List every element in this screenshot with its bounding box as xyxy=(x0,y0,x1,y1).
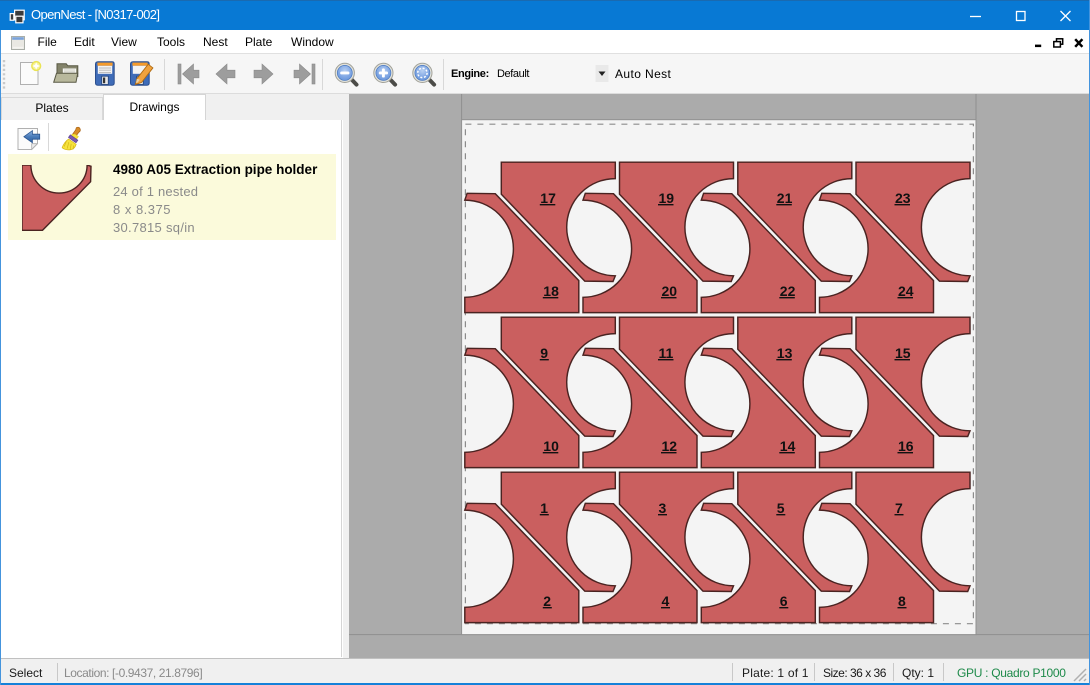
svg-text:5: 5 xyxy=(777,500,785,516)
svg-text:17: 17 xyxy=(540,190,556,206)
svg-text:22: 22 xyxy=(780,283,796,299)
svg-text:20: 20 xyxy=(662,283,678,299)
svg-text:4: 4 xyxy=(662,593,670,609)
svg-text:9: 9 xyxy=(540,345,548,361)
svg-text:3: 3 xyxy=(659,500,667,516)
svg-text:19: 19 xyxy=(659,190,675,206)
svg-text:2: 2 xyxy=(543,593,551,609)
svg-text:18: 18 xyxy=(543,283,559,299)
svg-text:23: 23 xyxy=(895,190,911,206)
svg-text:7: 7 xyxy=(895,500,903,516)
svg-text:8: 8 xyxy=(898,593,906,609)
svg-text:6: 6 xyxy=(780,593,788,609)
svg-text:21: 21 xyxy=(777,190,793,206)
svg-text:13: 13 xyxy=(777,345,793,361)
svg-text:15: 15 xyxy=(895,345,911,361)
svg-text:16: 16 xyxy=(898,438,914,454)
svg-text:24: 24 xyxy=(898,283,914,299)
svg-text:1: 1 xyxy=(540,500,548,516)
svg-text:14: 14 xyxy=(780,438,796,454)
svg-text:10: 10 xyxy=(543,438,559,454)
svg-text:11: 11 xyxy=(659,345,674,361)
svg-text:12: 12 xyxy=(662,438,678,454)
